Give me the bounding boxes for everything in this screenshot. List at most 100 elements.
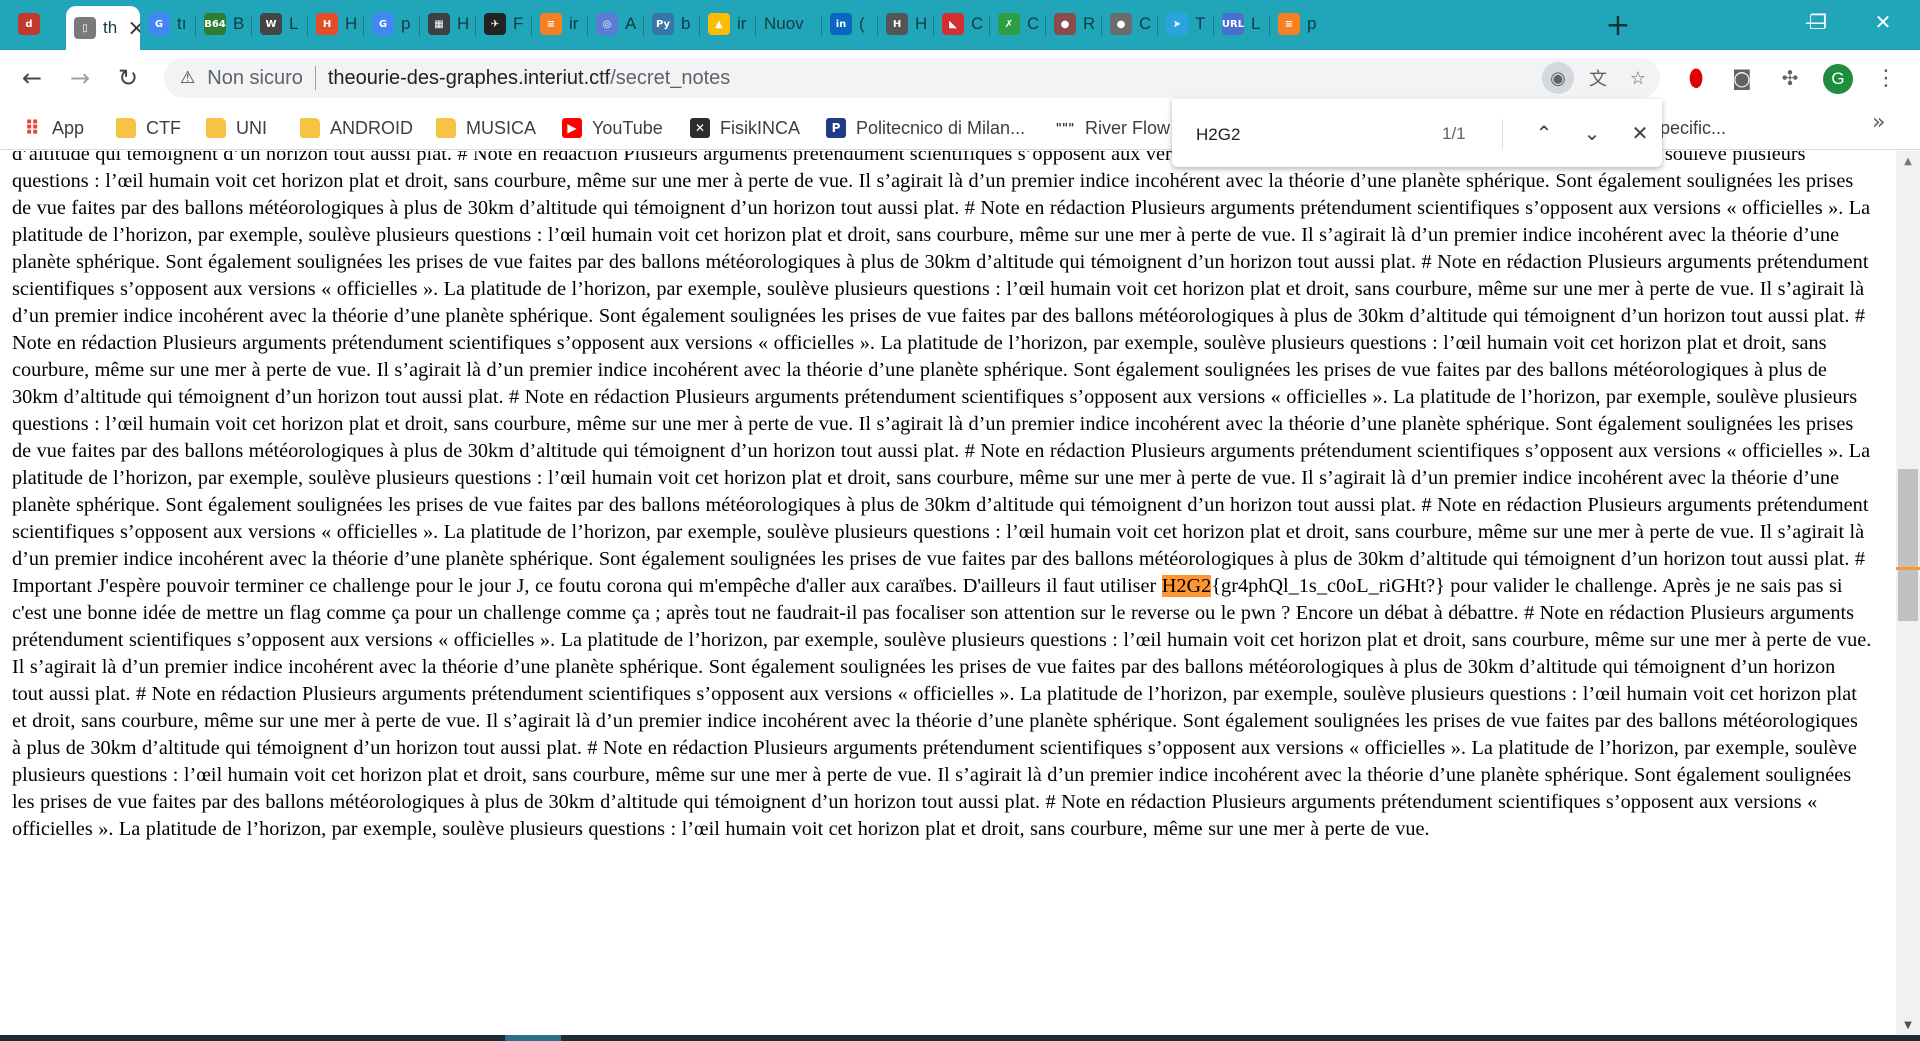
browser-tab[interactable]: Gp	[364, 6, 420, 42]
browser-toolbar: ← → ↻ ⚠ Non sicuro theourie-des-graphes.…	[0, 50, 1920, 106]
stack-icon: ≡	[1278, 13, 1300, 35]
browser-tab[interactable]: ➤ T	[1158, 6, 1214, 42]
warning-icon[interactable]: ⚠	[180, 68, 195, 88]
bookmark-item-overflow[interactable]: pecific...	[1660, 114, 1726, 142]
google-icon: G	[372, 13, 394, 35]
tab-title: B	[233, 14, 245, 33]
os-taskbar	[0, 1035, 1920, 1041]
browser-tab[interactable]: Nuov	[756, 6, 822, 42]
browser-tab[interactable]: ▯ th ×	[66, 6, 140, 50]
scroll-down-arrow-icon[interactable]: ▼	[1896, 1015, 1920, 1035]
bookmark-item[interactable]: """ River Flow	[1055, 114, 1170, 142]
zoom-search-icon[interactable]: ◉	[1542, 62, 1574, 94]
find-input[interactable]	[1196, 123, 1376, 147]
tab-title: p	[1307, 14, 1317, 33]
telegram-icon: ➤	[1166, 13, 1188, 35]
bookmarks-more-button[interactable]: »	[1872, 110, 1885, 135]
browser-tab[interactable]: ● C	[1102, 6, 1158, 42]
bookmark-star-icon[interactable]: ☆	[1622, 62, 1654, 94]
url-text[interactable]: theourie-des-graphes.interiut.ctf/secret…	[328, 67, 730, 90]
bookmark-item[interactable]: ▶ YouTube	[562, 114, 663, 142]
fisikinca-icon: ✕	[690, 118, 710, 138]
browser-tab[interactable]: ▦ H	[420, 6, 476, 42]
browser-tab[interactable]: HH	[308, 6, 364, 42]
tab-title: R	[1083, 14, 1096, 33]
extensions-puzzle-icon[interactable]: ✣	[1774, 62, 1806, 94]
reload-button[interactable]: ↻	[110, 60, 146, 96]
scroll-up-arrow-icon[interactable]: ▲	[1896, 151, 1920, 171]
browser-tab[interactable]: ✈ F	[476, 6, 532, 42]
tab-title: F	[513, 14, 524, 33]
restore-button[interactable]: ❐	[1795, 4, 1841, 40]
opera-extension-icon[interactable]: ⬮	[1680, 62, 1712, 94]
url-icon: URL	[1222, 13, 1244, 35]
mobile-icon: ▯	[74, 17, 96, 39]
browser-tab[interactable]: ▲ ir	[700, 6, 756, 42]
browser-tab[interactable]: ≡ ir	[532, 6, 588, 42]
folder-icon	[436, 118, 456, 138]
bookmark-label: pecific...	[1660, 117, 1727, 138]
address-bar[interactable]: ⚠ Non sicuro theourie-des-graphes.interi…	[164, 58, 1660, 98]
url-host: theourie-des-graphes.interiut.ctf	[327, 66, 611, 89]
bookmark-label: YouTube	[592, 117, 663, 138]
secret-notes-text: d’altitude qui témoignent d’un horizon t…	[12, 151, 1872, 843]
tab-title: H	[345, 14, 358, 33]
tab-title: A	[625, 14, 637, 33]
camera-icon[interactable]: ◙	[1726, 62, 1758, 94]
tab-title: C	[1027, 14, 1040, 33]
bookmark-item[interactable]: UNI	[206, 114, 267, 142]
bookmark-label: UNI	[236, 117, 267, 138]
browser-tab[interactable]: ✗ C	[990, 6, 1046, 42]
bookmark-item[interactable]: MUSICA	[436, 114, 536, 142]
tab-title: ir	[569, 14, 579, 33]
browser-tab[interactable]: HH	[878, 6, 934, 42]
menu-dots-icon[interactable]: ⋮	[1870, 62, 1902, 94]
browser-tab[interactable]: B64 B	[196, 6, 252, 42]
tab-title: tı	[177, 14, 187, 33]
find-next-chevron-down-icon[interactable]: ⌄	[1576, 117, 1608, 149]
bookmark-item[interactable]: P Politecnico di Milan...	[826, 114, 1025, 142]
globe-icon: ●	[1110, 13, 1132, 35]
browser-tab[interactable]: ● R	[1046, 6, 1102, 42]
bookmark-label: CTF	[146, 117, 181, 138]
forward-button[interactable]: →	[62, 60, 98, 96]
browser-tab[interactable]: ≡ p	[1270, 6, 1326, 42]
translate-icon[interactable]: 文	[1582, 62, 1614, 94]
google-icon: G	[148, 13, 170, 35]
browser-tab[interactable]: Gtı	[140, 6, 196, 42]
browser-tab[interactable]: Py b	[644, 6, 700, 42]
bookmark-item[interactable]: ✕ FisikINCA	[690, 114, 800, 142]
browser-tab[interactable]: WL	[252, 6, 308, 42]
back-button[interactable]: ←	[14, 60, 50, 96]
security-label[interactable]: Non sicuro	[207, 67, 303, 90]
find-previous-chevron-up-icon[interactable]: ⌃	[1528, 117, 1560, 149]
find-close-icon[interactable]: ✕	[1624, 117, 1656, 149]
tab-strip: d ▯ th × Gtı B64 B W L H H Gp ▦ H ✈ F ≡ ir ◎ A Py b ▲ ir Nuov in(…	[0, 0, 1920, 50]
text-before-match: d’altitude qui témoignent d’un horizon t…	[12, 151, 1871, 597]
bookmark-item[interactable]: CTF	[116, 114, 181, 142]
divider	[1502, 119, 1503, 149]
profile-avatar[interactable]: G	[1823, 64, 1853, 94]
close-tab-icon[interactable]: ×	[127, 16, 140, 41]
taskbar-active-app[interactable]	[505, 1035, 561, 1041]
html5-icon: H	[316, 13, 338, 35]
wikipedia-icon: W	[260, 13, 282, 35]
close-window-button[interactable]: ✕	[1860, 4, 1906, 40]
tab-title: L	[1251, 14, 1261, 33]
linkedin-icon: in	[830, 13, 852, 35]
browser-tab[interactable]: in (	[822, 6, 878, 42]
vertical-scrollbar[interactable]: ▲ ▼	[1896, 151, 1920, 1035]
scrollbar-thumb[interactable]	[1898, 469, 1918, 621]
red-app-icon: d	[18, 13, 40, 35]
browser-tab[interactable]: URL L	[1214, 6, 1270, 42]
browser-tab[interactable]: ◣ C	[934, 6, 990, 42]
bookmark-label: River Flow	[1085, 117, 1171, 138]
divider	[314, 66, 316, 90]
tab-title: L	[289, 14, 299, 33]
browser-tab[interactable]: ◎ A	[588, 6, 644, 42]
bookmark-item[interactable]: ANDROID	[300, 114, 413, 142]
new-tab-button[interactable]: +	[1600, 8, 1636, 43]
tab-title: H	[457, 14, 470, 33]
browser-tab[interactable]: d	[10, 6, 66, 42]
bookmark-item[interactable]: ⠿ App	[22, 114, 84, 142]
